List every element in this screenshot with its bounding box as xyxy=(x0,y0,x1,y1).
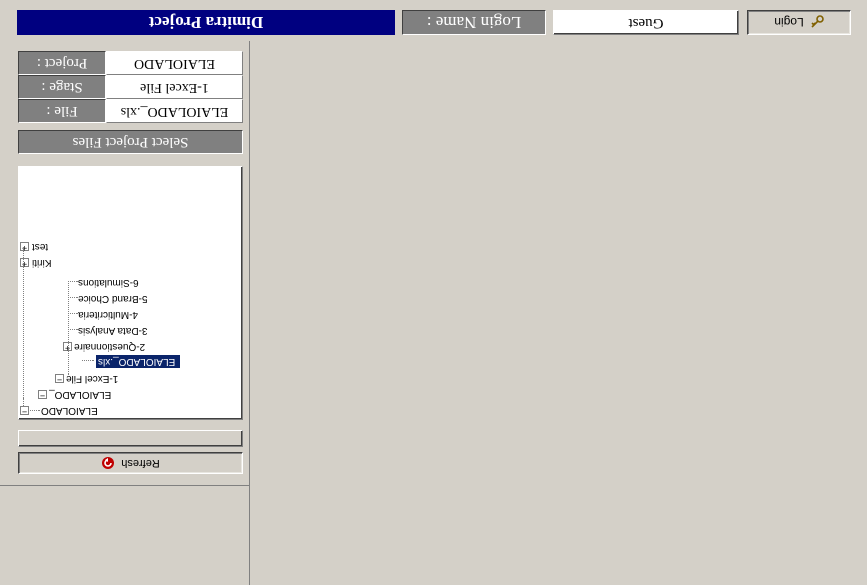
login-name-value: Guest xyxy=(628,15,664,31)
refresh-label: Refresh xyxy=(121,457,160,469)
refresh-icon xyxy=(102,457,115,469)
toolbar-panel xyxy=(0,485,250,585)
tree-node-multicriteria[interactable]: 4-Multicriteria xyxy=(78,308,162,321)
file-value: ELAIOLADO_.xls xyxy=(106,99,243,123)
stage-label: Stage : xyxy=(18,75,106,99)
file-label: File : xyxy=(18,99,106,123)
tree-node-test[interactable]: test xyxy=(32,240,102,253)
stage-value: 1-Excel File xyxy=(106,75,243,99)
project-tree[interactable]: − ELAIOLADO − ELAIOLADO_ − 1-Excel File … xyxy=(18,166,243,420)
login-name-field[interactable]: Guest xyxy=(553,10,739,35)
project-label: Project : xyxy=(18,51,106,75)
login-button-label: Login xyxy=(774,15,804,30)
tree-expander-kiriti[interactable]: + xyxy=(20,258,29,268)
blank-strip xyxy=(18,430,243,447)
tree-expander-excel-stage[interactable]: − xyxy=(55,374,64,384)
app-window: Login Guest Login Name : Dimitra Project… xyxy=(0,0,867,585)
tree-expander-test[interactable]: + xyxy=(20,242,29,252)
login-name-label: Login Name : xyxy=(402,10,546,35)
tree-node-data-analysis[interactable]: 3-Data Analysis xyxy=(78,324,162,337)
tree-node-brand-choice[interactable]: 5-Brand Choice xyxy=(78,292,162,305)
login-button[interactable]: Login xyxy=(747,10,851,35)
project-value: ELAIOLADO xyxy=(106,51,243,75)
tree-node-project[interactable]: ELAIOLADO_ xyxy=(49,388,139,401)
project-title-banner: Dimitra Project xyxy=(17,10,395,35)
tree-node-selected-file[interactable]: ELAIOLADO_.xls xyxy=(96,355,180,368)
tree-node-simulations[interactable]: 6-Simulations xyxy=(78,276,162,289)
key-icon xyxy=(811,15,824,29)
tree-expander-root[interactable]: − xyxy=(20,406,29,416)
tree-node-questionnaire[interactable]: 2-Questionnaire xyxy=(74,340,162,353)
tree-expander-project[interactable]: − xyxy=(38,390,47,400)
tree-node-root[interactable]: ELAIOLADO xyxy=(41,404,107,417)
refresh-toolbar-button[interactable]: Refresh xyxy=(18,452,243,474)
select-project-files-button[interactable]: Select Project Files xyxy=(18,130,243,154)
tree-node-kiriti[interactable]: Kiriti xyxy=(32,256,102,269)
tree-node-excel-stage[interactable]: 1-Excel File xyxy=(66,372,130,385)
